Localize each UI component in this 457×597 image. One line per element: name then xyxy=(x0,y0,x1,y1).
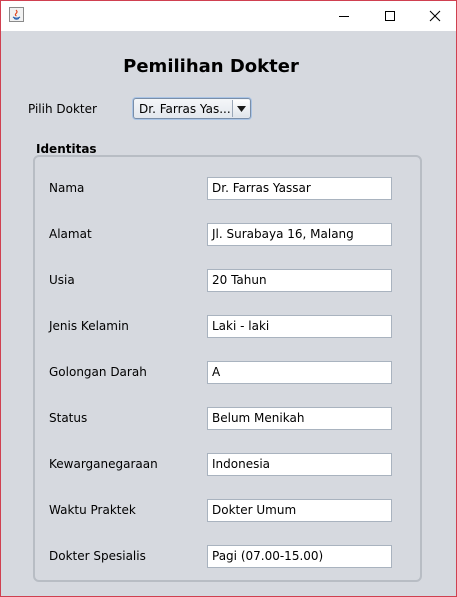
status-field[interactable]: Belum Menikah xyxy=(207,407,392,430)
identitas-group-title: Identitas xyxy=(36,142,97,156)
nama-field[interactable]: Dr. Farras Yassar xyxy=(207,177,392,200)
row-label-kewarganegaraan: Kewarganegaraan xyxy=(49,457,158,471)
row-label-dokter-spesialis: Dokter Spesialis xyxy=(49,549,146,563)
pilih-dokter-label: Pilih Dokter xyxy=(28,102,97,116)
minimize-icon xyxy=(339,16,349,17)
alamat-field[interactable]: Jl. Surabaya 16, Malang xyxy=(207,223,392,246)
page-title: Pemilihan Dokter xyxy=(123,56,299,77)
close-button[interactable] xyxy=(412,1,457,31)
maximize-button[interactable] xyxy=(367,1,413,31)
golongan-darah-field[interactable]: A xyxy=(207,361,392,384)
maximize-icon xyxy=(385,11,395,21)
row-label-waktu-praktek: Waktu Praktek xyxy=(49,503,136,517)
app-window: Pemilihan Dokter Pilih Dokter Dr. Farras… xyxy=(0,0,457,597)
row-label-nama: Nama xyxy=(49,181,85,195)
chevron-down-icon[interactable] xyxy=(232,100,249,117)
waktu-praktek-field[interactable]: Dokter Umum xyxy=(207,499,392,522)
title-bar[interactable] xyxy=(1,1,456,31)
row-label-alamat: Alamat xyxy=(49,227,92,241)
row-label-golongan-darah: Golongan Darah xyxy=(49,365,147,379)
doctor-select-value: Dr. Farras Yas... xyxy=(139,102,231,116)
usia-field[interactable]: 20 Tahun xyxy=(207,269,392,292)
close-icon xyxy=(429,10,441,22)
row-label-jenis-kelamin: Jenis Kelamin xyxy=(49,319,129,333)
jenis-kelamin-field[interactable]: Laki - laki xyxy=(207,315,392,338)
java-app-icon xyxy=(9,7,24,22)
row-label-status: Status xyxy=(49,411,88,425)
kewarganegaraan-field[interactable]: Indonesia xyxy=(207,453,392,476)
row-label-usia: Usia xyxy=(49,273,75,287)
dokter-spesialis-field[interactable]: Pagi (07.00-15.00) xyxy=(207,545,392,568)
form-panel: Pemilihan Dokter Pilih Dokter Dr. Farras… xyxy=(1,31,456,596)
minimize-button[interactable] xyxy=(321,1,367,31)
doctor-select[interactable]: Dr. Farras Yas... xyxy=(133,98,251,119)
